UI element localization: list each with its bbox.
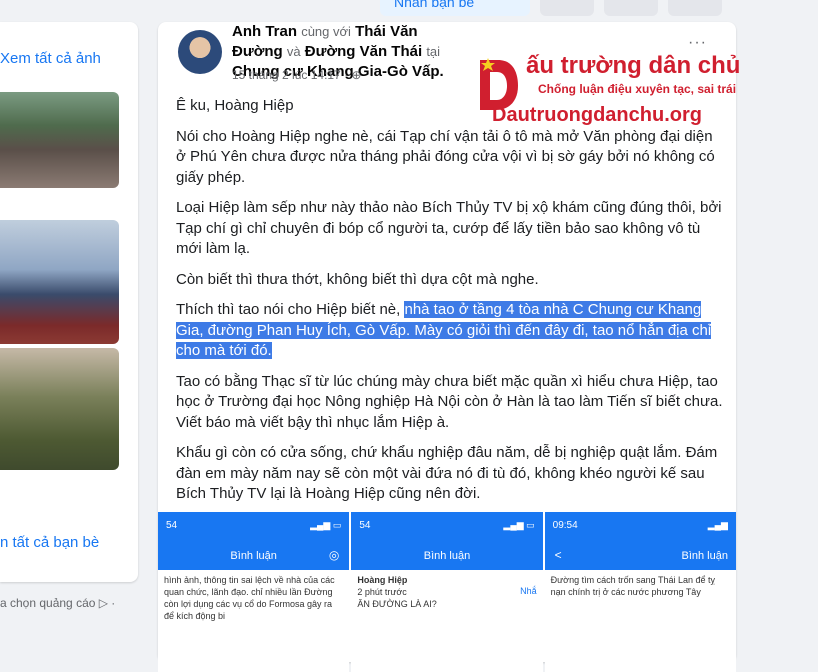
watermark-brand: ấu trường dân chủ xyxy=(526,52,741,79)
post-body: Ê ku, Hoàng Hiệp Nói cho Hoàng Hiệp nghe… xyxy=(176,96,726,515)
more-options-button[interactable] xyxy=(668,0,722,16)
photo-thumbnail[interactable] xyxy=(0,92,119,188)
screenshot-title: Bình luận xyxy=(681,550,728,562)
post-paragraph: Khẩu gì còn có cửa sống, chứ khẩu nghiệp… xyxy=(176,444,718,502)
screenshot-title: Bình luận xyxy=(423,550,471,562)
comment-icon: ◎ xyxy=(328,548,340,562)
screenshot-text: Hoàng Hiệp 2 phút trước ĂN ĐƯỜNG LÀ AI? xyxy=(351,570,542,614)
post-paragraph: Còn biết thì thưa thớt, không biết thì d… xyxy=(176,270,539,288)
screenshot-text: Đường tìm cách trốn sang Thái Lan để tỵ … xyxy=(550,575,716,597)
at-text: tại xyxy=(426,44,441,59)
tagged-user-2[interactable]: Đường Văn Thái xyxy=(305,43,422,60)
signal-icon: ▂▄▆ ▭ xyxy=(503,520,535,530)
post-paragraph: Nói cho Hoàng Hiệp nghe nè, cái Tạp chí … xyxy=(176,127,715,186)
screenshot-title: Bình luận xyxy=(230,550,277,562)
see-all-friends-link[interactable]: n tất cả bạn bè xyxy=(0,534,99,551)
messenger-button[interactable] xyxy=(540,0,594,16)
status-time: 54 xyxy=(166,520,178,531)
screenshot-header: 54 ▂▄▆ ▭ Bình luận xyxy=(351,512,543,570)
commenter-name: Hoàng Hiệp xyxy=(357,575,408,585)
top-action-buttons: Nhắn bạn bè xyxy=(380,0,722,16)
author-link[interactable]: Anh Tran xyxy=(232,23,297,40)
screenshot-text: hình ảnh, thông tin sai lệch về nhà của … xyxy=(164,575,335,621)
post-paragraph: Tao có bằng Thạc sĩ từ lúc chúng mày chư… xyxy=(176,372,723,431)
ad-choices-link[interactable]: a chọn quảng cáo ▷ · xyxy=(0,596,115,610)
screenshot-header: 54 ▂▄▆ ▭ Bình luận ◎ xyxy=(158,512,350,570)
post-paragraph: Ê ku, Hoàng Hiệp xyxy=(176,97,294,114)
paragraph-text: Thích thì tao nói cho Hiệp biết nè, xyxy=(176,301,405,318)
with-text: cùng với xyxy=(301,24,351,39)
attached-screenshots: 54 ▂▄▆ ▭ Bình luận ◎ hình ảnh, thông tin… xyxy=(158,512,736,672)
back-icon: < xyxy=(554,548,562,562)
photo-thumbnail[interactable] xyxy=(0,220,119,344)
timestamp-text[interactable]: 15 tháng 2 lúc 14:17 · xyxy=(232,68,351,82)
see-all-photos-link[interactable]: Xem tất cả ảnh xyxy=(0,50,101,67)
photo-thumbnail[interactable] xyxy=(0,348,119,470)
signal-icon: ▂▄▆ xyxy=(707,520,728,530)
message-friend-button[interactable]: Nhắn bạn bè xyxy=(380,0,530,16)
avatar[interactable] xyxy=(178,30,222,74)
post-card: Anh Tran cùng với Thái Văn Đường và Đườn… xyxy=(158,22,740,672)
comment-body: ĂN ĐƯỜNG LÀ AI? xyxy=(357,599,437,609)
left-sidebar: Xem tất cả ảnh n tất cả bạn bè xyxy=(0,22,138,582)
signal-icon: ▂▄▆ ▭ xyxy=(310,520,342,530)
reply-tag: Nhắ xyxy=(520,586,537,596)
globe-icon: ⊕ xyxy=(351,68,362,82)
post-timestamp[interactable]: 15 tháng 2 lúc 14:17 · ⊕ xyxy=(232,68,361,82)
screenshot-image[interactable]: 54 ▂▄▆ ▭ Bình luận ◎ hình ảnh, thông tin… xyxy=(158,512,350,672)
post-paragraph: Thích thì tao nói cho Hiệp biết nè, nhà … xyxy=(176,300,726,362)
status-time: 54 xyxy=(359,520,371,531)
and-text: và xyxy=(286,44,301,59)
watermark-slogan: Chống luận điệu xuyên tạc, sai trái xyxy=(538,82,737,96)
status-time: 09:54 xyxy=(552,520,578,531)
comment-time: 2 phút trước xyxy=(357,587,407,597)
screenshot-image[interactable]: 54 ▂▄▆ ▭ Bình luận Hoàng Hiệp 2 phút trư… xyxy=(351,512,543,672)
post-paragraph: Loại Hiệp làm sếp như này thảo nào Bích … xyxy=(176,199,722,257)
screenshot-image[interactable]: 09:54 ▂▄▆ Bình luận < Đường tìm cách trố… xyxy=(544,512,736,672)
screenshot-header: 09:54 ▂▄▆ Bình luận < xyxy=(544,512,736,570)
profile-action-button[interactable] xyxy=(604,0,658,16)
